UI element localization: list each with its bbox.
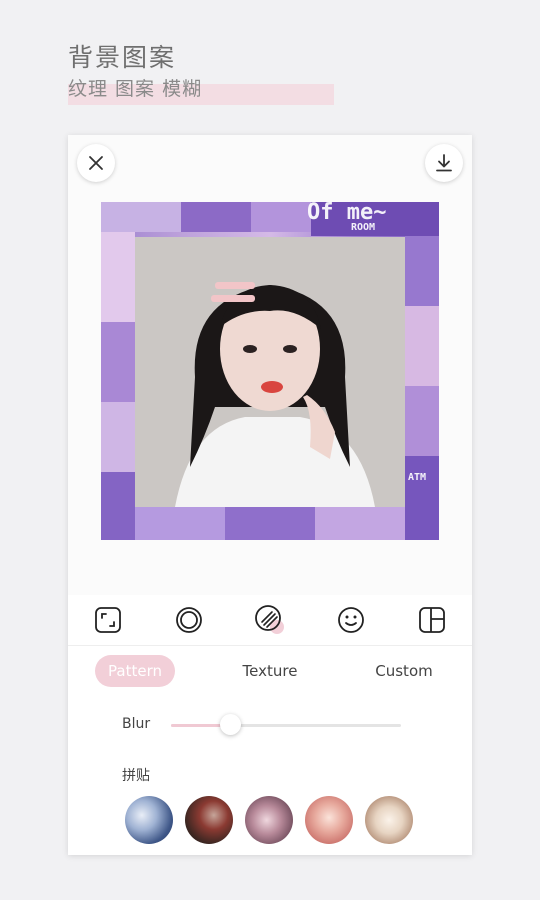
- collage-tile: [101, 202, 181, 232]
- collage-tile: [101, 322, 135, 402]
- frame-ring-icon: [176, 607, 203, 633]
- sticker-smile-icon: [337, 607, 364, 633]
- collage-tile: [181, 202, 251, 232]
- canvas-area: Of me~ ROOM ATM: [68, 135, 472, 595]
- page-subtitle: 纹理 图案 模糊: [68, 78, 203, 100]
- collage-tile: [405, 236, 439, 306]
- download-icon: [436, 154, 452, 172]
- collage-text-atm: ATM: [408, 472, 427, 483]
- collage-background[interactable]: Of me~ ROOM ATM: [101, 202, 439, 540]
- frame-tool[interactable]: [169, 600, 209, 640]
- close-button[interactable]: [77, 144, 115, 182]
- blur-slider-thumb[interactable]: [220, 714, 242, 735]
- collage-text-room: ROOM: [351, 222, 376, 233]
- tab-custom[interactable]: Custom: [364, 655, 444, 687]
- collage-tile: [315, 507, 405, 540]
- collage-tile: [405, 386, 439, 456]
- collage-thumb-2[interactable]: [185, 796, 233, 844]
- collage-thumb-1[interactable]: [125, 796, 173, 844]
- portrait-photo[interactable]: [135, 237, 405, 507]
- crop-tool[interactable]: [88, 600, 128, 640]
- blur-slider[interactable]: [171, 714, 401, 735]
- close-icon: [89, 156, 103, 170]
- sticker-tool[interactable]: [331, 600, 371, 640]
- tab-texture[interactable]: Texture: [230, 655, 310, 687]
- collage-thumbnails: [125, 796, 425, 846]
- collage-tile: [251, 202, 311, 232]
- subtitle-block: 纹理 图案 模糊: [68, 74, 334, 105]
- collage-thumb-5[interactable]: [365, 796, 413, 844]
- layout-grid-icon: [418, 607, 445, 633]
- pattern-tabs: Pattern Texture Custom: [68, 653, 472, 689]
- editor-card: Of me~ ROOM ATM Pattern Texture Custom B…: [68, 135, 472, 855]
- collage-thumb-3[interactable]: [245, 796, 293, 844]
- download-button[interactable]: [425, 144, 463, 182]
- layout-tool[interactable]: [412, 600, 452, 640]
- collage-tile: [225, 507, 315, 540]
- collage-thumb-4[interactable]: [305, 796, 353, 844]
- tool-bar: [68, 595, 472, 646]
- collage-tile: [405, 456, 439, 540]
- blur-label: Blur: [122, 716, 151, 732]
- collage-section-label: 拼贴: [122, 768, 150, 784]
- pattern-tool[interactable]: [250, 600, 290, 640]
- collage-tile: [405, 306, 439, 386]
- crop-icon: [95, 607, 122, 633]
- collage-tile: [101, 472, 135, 540]
- portrait-illustration: [135, 237, 405, 507]
- collage-tile: [101, 402, 135, 472]
- tab-pattern[interactable]: Pattern: [95, 655, 175, 687]
- collage-tile: [101, 232, 135, 322]
- collage-tile: [135, 507, 225, 540]
- page-title: 背景图案: [68, 43, 177, 72]
- pattern-stripes-icon: [255, 605, 284, 634]
